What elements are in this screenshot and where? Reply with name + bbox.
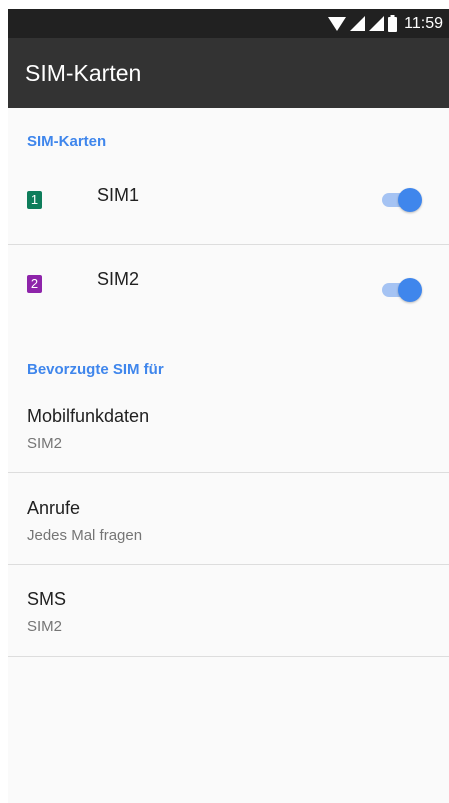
pref-item-calls[interactable]: Anrufe Jedes Mal fragen bbox=[8, 479, 449, 569]
app-bar: SIM-Karten bbox=[8, 38, 449, 108]
sim1-toggle[interactable] bbox=[382, 188, 422, 212]
divider bbox=[8, 656, 449, 657]
pref-title: Mobilfunkdaten bbox=[27, 406, 150, 426]
signal-icon bbox=[369, 16, 385, 31]
sim-card-icon: 1 bbox=[27, 191, 42, 209]
section-header-preferred-sim: Bevorzugte SIM für bbox=[27, 361, 164, 378]
divider bbox=[8, 244, 449, 245]
pref-title: Anrufe bbox=[27, 498, 81, 518]
sim-card-icon: 2 bbox=[27, 275, 42, 293]
page-title: SIM-Karten bbox=[25, 59, 142, 86]
battery-icon bbox=[388, 15, 398, 32]
pref-item-sms[interactable]: SMS SIM2 bbox=[8, 570, 449, 660]
pref-item-mobile-data[interactable]: Mobilfunkdaten SIM2 bbox=[8, 387, 449, 477]
section-header-sim-cards: SIM-Karten bbox=[27, 133, 107, 150]
pref-value: Jedes Mal fragen bbox=[27, 527, 143, 544]
toggle-thumb bbox=[398, 278, 422, 302]
settings-screen: 11:59 SIM-Karten SIM-Karten 1 SIM1 2 SIM… bbox=[8, 9, 449, 803]
toggle-thumb bbox=[398, 188, 422, 212]
status-bar: 11:59 bbox=[8, 9, 449, 38]
sim2-toggle[interactable] bbox=[382, 278, 422, 302]
signal-icon bbox=[350, 16, 366, 31]
sim-name: SIM1 bbox=[97, 185, 140, 205]
divider bbox=[8, 564, 449, 565]
pref-title: SMS bbox=[27, 589, 67, 609]
sim-row-sim2[interactable]: 2 SIM2 bbox=[8, 253, 449, 327]
wifi-icon bbox=[328, 16, 347, 31]
sim-name: SIM2 bbox=[97, 269, 140, 289]
pref-value: SIM2 bbox=[27, 435, 63, 452]
sim-row-sim1[interactable]: 1 SIM1 bbox=[8, 169, 449, 243]
status-clock: 11:59 bbox=[404, 14, 443, 32]
pref-value: SIM2 bbox=[27, 618, 63, 635]
divider bbox=[8, 472, 449, 473]
